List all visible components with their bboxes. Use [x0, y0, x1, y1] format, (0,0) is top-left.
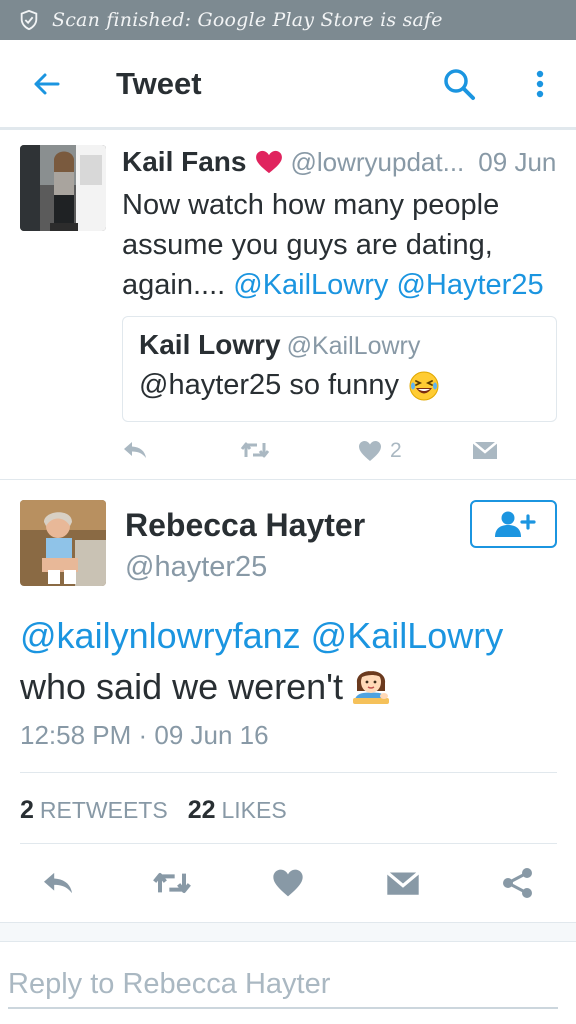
tweet-stats: 2 RETWEETS 22 LIKES	[20, 796, 307, 825]
heart-icon	[359, 441, 381, 461]
retweet-icon	[240, 442, 270, 458]
avatar-photo-icon	[20, 500, 106, 586]
like-count: 2	[390, 439, 402, 462]
quoted-author-handle: @KailLowry	[286, 332, 421, 360]
tweet-actions: 2	[122, 439, 562, 469]
retweet-icon	[153, 873, 191, 893]
back-arrow-icon[interactable]	[30, 68, 62, 100]
retweet-button[interactable]	[240, 439, 270, 461]
quoted-tweet[interactable]: Kail Lowry @KailLowry @hayter25 so funny	[122, 316, 557, 422]
reply-bar	[0, 943, 576, 1024]
add-user-icon	[494, 511, 536, 537]
direct-message-button[interactable]	[383, 863, 423, 903]
avatar-photo-icon	[20, 145, 106, 231]
parent-tweet[interactable]: Kail Fans @lowryupdat... 09 Jun Now watc…	[0, 133, 576, 480]
shield-icon	[20, 9, 38, 31]
tweet-time: 09 Jun	[478, 147, 557, 177]
divider	[20, 772, 557, 773]
like-button[interactable]: 2	[358, 439, 402, 463]
author-name[interactable]: Kail Fans	[122, 146, 246, 178]
tweet-text: Now watch how many people assume you guy…	[122, 185, 562, 305]
heart-icon	[273, 869, 303, 897]
avatar[interactable]	[20, 145, 106, 231]
laughing-emoji-icon	[409, 371, 439, 400]
author-handle[interactable]: @lowryupdat...	[290, 147, 464, 178]
quoted-author-name: Kail Lowry	[139, 329, 281, 360]
mention-link[interactable]: @KailLowry	[233, 269, 388, 301]
status-message: Scan finished: Google Play Store is safe	[52, 9, 443, 31]
tweet-actions	[0, 863, 576, 903]
reply-icon	[124, 442, 146, 458]
reply-input[interactable]	[8, 961, 558, 1009]
quoted-author: Kail Lowry @KailLowry	[139, 329, 420, 361]
app-bar: Tweet	[0, 40, 576, 130]
share-icon	[503, 868, 532, 898]
envelope-icon	[472, 441, 498, 459]
tweet-header: Kail Fans @lowryupdat... 09 Jun	[122, 146, 556, 178]
search-icon[interactable]	[442, 67, 476, 101]
divider	[20, 843, 557, 844]
mention-link[interactable]: @KailLowry	[311, 615, 504, 656]
page-title: Tweet	[116, 66, 202, 101]
more-vertical-icon[interactable]	[528, 66, 552, 102]
status-bar: Scan finished: Google Play Store is safe	[0, 0, 576, 40]
author-name[interactable]: Rebecca Hayter	[125, 507, 365, 544]
follow-button[interactable]	[470, 500, 557, 548]
tweet-text-body: who said we weren't	[20, 666, 344, 707]
quoted-text: @hayter25 so funny	[139, 369, 399, 401]
envelope-icon	[386, 871, 420, 895]
reply-button[interactable]	[122, 439, 148, 461]
retweet-button[interactable]	[152, 863, 192, 903]
tweet-timestamp[interactable]: 12:58 PM · 09 Jun 16	[20, 720, 269, 751]
avatar[interactable]	[20, 500, 106, 586]
mention-link[interactable]: @Hayter25	[396, 269, 543, 301]
share-button[interactable]	[498, 863, 538, 903]
likes-count[interactable]: 22	[188, 796, 216, 825]
reply-button[interactable]	[38, 863, 78, 903]
reply-icon	[44, 872, 72, 894]
likes-label[interactable]: LIKES	[222, 797, 287, 824]
mention-link[interactable]: @kailynlowryfanz	[20, 615, 301, 656]
information-desk-person-emoji-icon	[353, 671, 390, 704]
like-button[interactable]	[268, 863, 308, 903]
retweets-label[interactable]: RETWEETS	[40, 797, 168, 824]
direct-message-button[interactable]	[472, 439, 498, 461]
quoted-text-row: @hayter25 so funny	[139, 369, 439, 402]
retweets-count[interactable]: 2	[20, 796, 34, 825]
reply-separator	[0, 922, 576, 942]
author-handle[interactable]: @hayter25	[125, 551, 267, 584]
tweet-text: @kailynlowryfanz @KailLowry who said we …	[20, 611, 560, 712]
heart-emoji-icon	[256, 150, 283, 174]
